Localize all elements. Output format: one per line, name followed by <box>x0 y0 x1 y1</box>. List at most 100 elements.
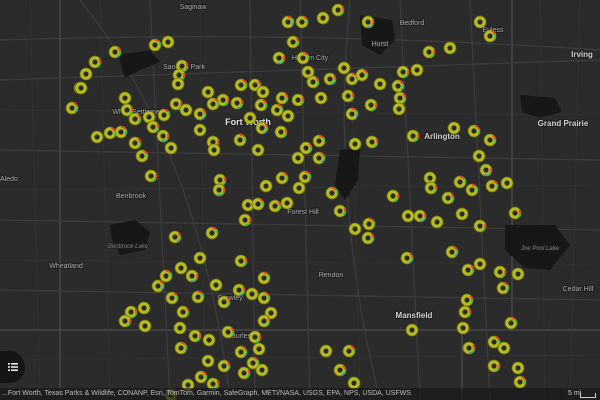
map-marker[interactable] <box>312 134 326 148</box>
map-marker[interactable] <box>355 68 369 82</box>
map-marker[interactable] <box>487 359 501 373</box>
map-marker[interactable] <box>348 222 362 236</box>
map-marker[interactable] <box>185 269 199 283</box>
map-marker[interactable] <box>257 314 271 328</box>
map-marker[interactable] <box>441 191 455 205</box>
map-marker[interactable] <box>207 143 221 157</box>
map-marker[interactable] <box>157 108 171 122</box>
map-marker[interactable] <box>485 179 499 193</box>
map-marker[interactable] <box>257 271 271 285</box>
map-marker[interactable] <box>393 91 407 105</box>
map-marker[interactable] <box>316 11 330 25</box>
map-marker[interactable] <box>118 314 132 328</box>
map-marker[interactable] <box>508 206 522 220</box>
map-marker[interactable] <box>473 15 487 29</box>
map-marker[interactable] <box>325 186 339 200</box>
map-marker[interactable] <box>456 321 470 335</box>
map-marker[interactable] <box>295 15 309 29</box>
map-marker[interactable] <box>259 179 273 193</box>
map-marker[interactable] <box>209 278 223 292</box>
map-marker[interactable] <box>386 189 400 203</box>
map-marker[interactable] <box>473 257 487 271</box>
map-marker[interactable] <box>103 126 117 140</box>
map-marker[interactable] <box>251 143 265 157</box>
map-marker[interactable] <box>455 207 469 221</box>
map-marker[interactable] <box>138 319 152 333</box>
map-marker[interactable] <box>88 55 102 69</box>
map-marker[interactable] <box>362 217 376 231</box>
map-marker[interactable] <box>314 91 328 105</box>
map-marker[interactable] <box>341 89 355 103</box>
map-marker[interactable] <box>493 265 507 279</box>
map-marker[interactable] <box>306 75 320 89</box>
map-marker[interactable] <box>270 103 284 117</box>
map-marker[interactable] <box>135 149 149 163</box>
map-marker[interactable] <box>255 121 269 135</box>
map-marker[interactable] <box>169 97 183 111</box>
map-marker[interactable] <box>128 136 142 150</box>
map-marker[interactable] <box>193 107 207 121</box>
map-marker[interactable] <box>246 356 260 370</box>
map-marker[interactable] <box>511 361 525 375</box>
map-marker[interactable] <box>156 129 170 143</box>
map-marker[interactable] <box>281 15 295 29</box>
map-marker[interactable] <box>205 226 219 240</box>
map-marker[interactable] <box>391 79 405 93</box>
map-marker[interactable] <box>174 341 188 355</box>
map-marker[interactable] <box>191 290 205 304</box>
map-marker[interactable] <box>275 171 289 185</box>
map-marker[interactable] <box>364 98 378 112</box>
map-marker[interactable] <box>292 181 306 195</box>
map-marker[interactable] <box>406 129 420 143</box>
map-marker[interactable] <box>148 38 162 52</box>
map-marker[interactable] <box>193 251 207 265</box>
map-marker[interactable] <box>447 121 461 135</box>
map-marker[interactable] <box>460 293 474 307</box>
map-marker[interactable] <box>323 72 337 86</box>
map-marker[interactable] <box>331 3 345 17</box>
map-marker[interactable] <box>176 305 190 319</box>
map-marker[interactable] <box>281 109 295 123</box>
map-canvas[interactable]: SaginawBedfordEulessHurstIrvingSansom Pa… <box>0 0 600 400</box>
map-marker[interactable] <box>422 45 436 59</box>
map-marker[interactable] <box>272 51 286 65</box>
map-marker[interactable] <box>483 29 497 43</box>
map-marker[interactable] <box>465 183 479 197</box>
map-marker[interactable] <box>238 213 252 227</box>
map-marker[interactable] <box>396 65 410 79</box>
map-marker[interactable] <box>237 366 251 380</box>
map-marker[interactable] <box>296 51 310 65</box>
map-attribution[interactable]: ...Fort Worth, Texas Parks & Wildlife, C… <box>0 388 562 400</box>
map-marker[interactable] <box>361 15 375 29</box>
map-marker[interactable] <box>365 135 379 149</box>
map-marker[interactable] <box>319 344 333 358</box>
map-marker[interactable] <box>206 97 220 111</box>
map-marker[interactable] <box>500 176 514 190</box>
map-marker[interactable] <box>201 354 215 368</box>
map-marker[interactable] <box>401 209 415 223</box>
map-marker[interactable] <box>114 125 128 139</box>
map-marker[interactable] <box>161 35 175 49</box>
map-marker[interactable] <box>221 325 235 339</box>
map-marker[interactable] <box>400 251 414 265</box>
map-marker[interactable] <box>233 133 247 147</box>
map-marker[interactable] <box>120 103 134 117</box>
map-marker[interactable] <box>497 341 511 355</box>
map-marker[interactable] <box>234 78 248 92</box>
map-marker[interactable] <box>243 111 257 125</box>
map-marker[interactable] <box>333 204 347 218</box>
map-marker[interactable] <box>413 209 427 223</box>
map-marker[interactable] <box>174 261 188 275</box>
map-marker[interactable] <box>234 345 248 359</box>
map-marker[interactable] <box>333 363 347 377</box>
map-marker[interactable] <box>212 183 226 197</box>
map-marker[interactable] <box>202 333 216 347</box>
map-marker[interactable] <box>337 61 351 75</box>
map-marker[interactable] <box>511 267 525 281</box>
map-marker[interactable] <box>275 91 289 105</box>
map-marker[interactable] <box>230 96 244 110</box>
map-marker[interactable] <box>443 41 457 55</box>
map-marker[interactable] <box>410 63 424 77</box>
map-marker[interactable] <box>151 279 165 293</box>
map-marker[interactable] <box>458 305 472 319</box>
